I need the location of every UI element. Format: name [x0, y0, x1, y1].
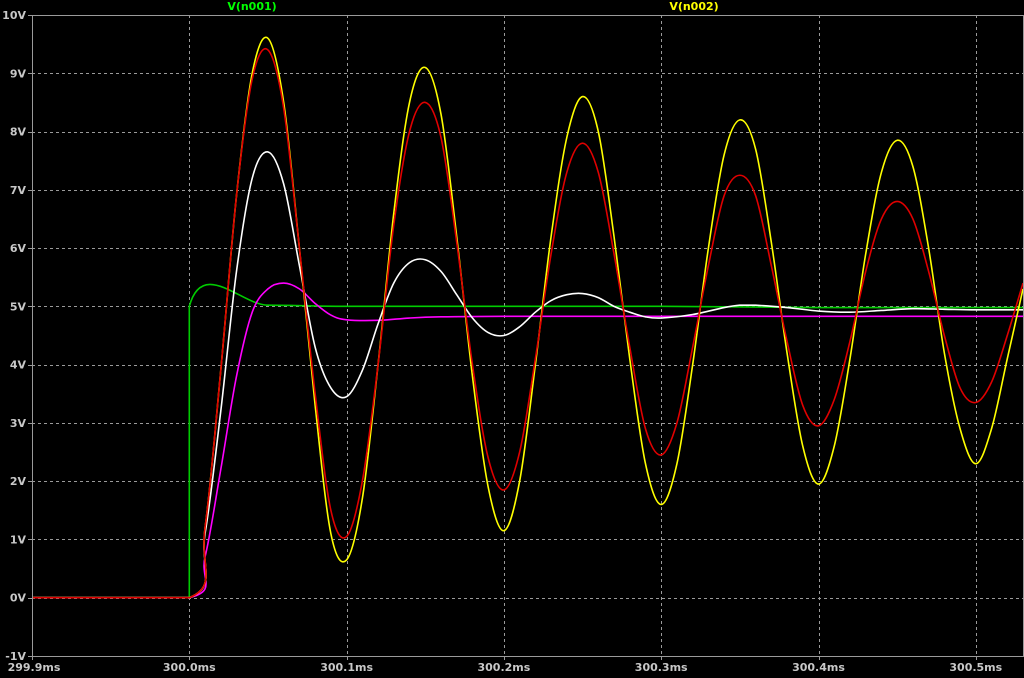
y-tick-label: 9V	[10, 67, 27, 80]
y-tick-label: 6V	[10, 242, 27, 255]
x-tick-label: 300.0ms	[163, 661, 216, 674]
y-tick-label: 5V	[10, 300, 27, 313]
y-tick-label: -1V	[5, 650, 26, 663]
x-tick-label: 300.5ms	[949, 661, 1002, 674]
x-tick-label: 300.1ms	[320, 661, 373, 674]
legend-label-n002[interactable]: V(n002)	[669, 0, 718, 13]
x-tick-label: 300.2ms	[477, 661, 530, 674]
y-tick-label: 10V	[2, 9, 26, 22]
y-tick-label: 1V	[10, 533, 27, 546]
x-tick-label: 300.4ms	[792, 661, 845, 674]
waveform-plot[interactable]: 299.9ms 300.0ms 300.1ms 300.2ms 300.3ms 300.4…	[0, 0, 1024, 678]
plot-background	[0, 0, 1024, 678]
y-tick-label: 2V	[10, 475, 27, 488]
y-tick-label: 3V	[10, 417, 27, 430]
x-tick-label: 300.3ms	[635, 661, 688, 674]
y-tick-label: 8V	[10, 126, 27, 139]
y-tick-label: 0V	[10, 592, 27, 605]
y-tick-label: 4V	[10, 359, 27, 372]
y-tick-label: 7V	[10, 184, 27, 197]
legend-label-n001[interactable]: V(n001)	[227, 0, 276, 13]
